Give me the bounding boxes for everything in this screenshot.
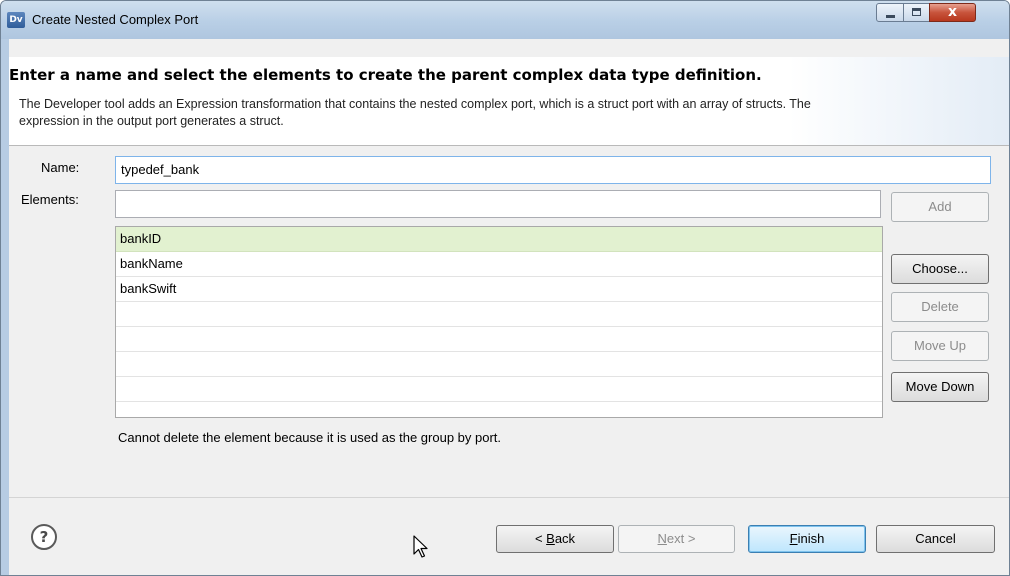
- back-button-prefix: <: [534, 531, 547, 546]
- name-input[interactable]: typedef_bank: [115, 156, 991, 184]
- mouse-cursor-icon: [413, 535, 428, 558]
- move-up-button[interactable]: Move Up: [891, 331, 989, 361]
- list-item[interactable]: bankName: [116, 252, 882, 277]
- next-button-mnemonic: N: [657, 531, 667, 546]
- elements-list[interactable]: bankID bankName bankSwift: [115, 226, 883, 418]
- dialog-window: Dv Create Nested Complex Port x Enter a …: [0, 0, 1010, 576]
- wizard-title: Enter a name and select the elements to …: [9, 66, 762, 84]
- elements-input[interactable]: [115, 190, 881, 218]
- title-bar[interactable]: Dv Create Nested Complex Port x: [1, 1, 1009, 39]
- back-button-label: ack: [554, 531, 576, 546]
- elements-label: Elements:: [21, 192, 79, 207]
- delete-button[interactable]: Delete: [891, 292, 989, 322]
- move-down-button[interactable]: Move Down: [891, 372, 989, 402]
- footer-divider: [9, 497, 1009, 498]
- close-button[interactable]: x: [929, 3, 976, 22]
- dialog-content: Enter a name and select the elements to …: [9, 39, 1009, 575]
- help-icon[interactable]: ?: [31, 524, 57, 550]
- wizard-description: The Developer tool adds an Expression tr…: [19, 97, 811, 128]
- cancel-button[interactable]: Cancel: [876, 525, 995, 553]
- wizard-header: Enter a name and select the elements to …: [9, 57, 1009, 145]
- list-item[interactable]: [116, 352, 882, 377]
- finish-button[interactable]: Finish: [748, 525, 866, 553]
- header-gradient: [789, 57, 1009, 145]
- list-item[interactable]: [116, 302, 882, 327]
- next-button[interactable]: Next >: [618, 525, 735, 553]
- back-button[interactable]: < Back: [496, 525, 614, 553]
- minimize-button[interactable]: [876, 3, 904, 22]
- window-title: Create Nested Complex Port: [32, 12, 199, 27]
- window-frame-left: [1, 39, 9, 575]
- choose-button[interactable]: Choose...: [891, 254, 989, 284]
- maximize-icon: [912, 8, 921, 16]
- header-divider: [9, 145, 1009, 146]
- finish-button-label: inish: [797, 531, 825, 546]
- list-item[interactable]: [116, 377, 882, 402]
- list-item[interactable]: bankID: [116, 227, 882, 252]
- minimize-icon: [886, 15, 895, 18]
- back-button-mnemonic: B: [546, 531, 555, 546]
- close-icon: x: [947, 4, 958, 20]
- name-label: Name:: [41, 160, 80, 175]
- status-message: Cannot delete the element because it is …: [118, 430, 502, 445]
- next-button-label: ext >: [666, 531, 696, 546]
- developer-tool-app-icon: Dv: [7, 12, 25, 28]
- finish-button-mnemonic: F: [789, 531, 798, 546]
- maximize-button[interactable]: [903, 3, 930, 22]
- add-button[interactable]: Add: [891, 192, 989, 222]
- list-item[interactable]: bankSwift: [116, 277, 882, 302]
- list-item[interactable]: [116, 327, 882, 352]
